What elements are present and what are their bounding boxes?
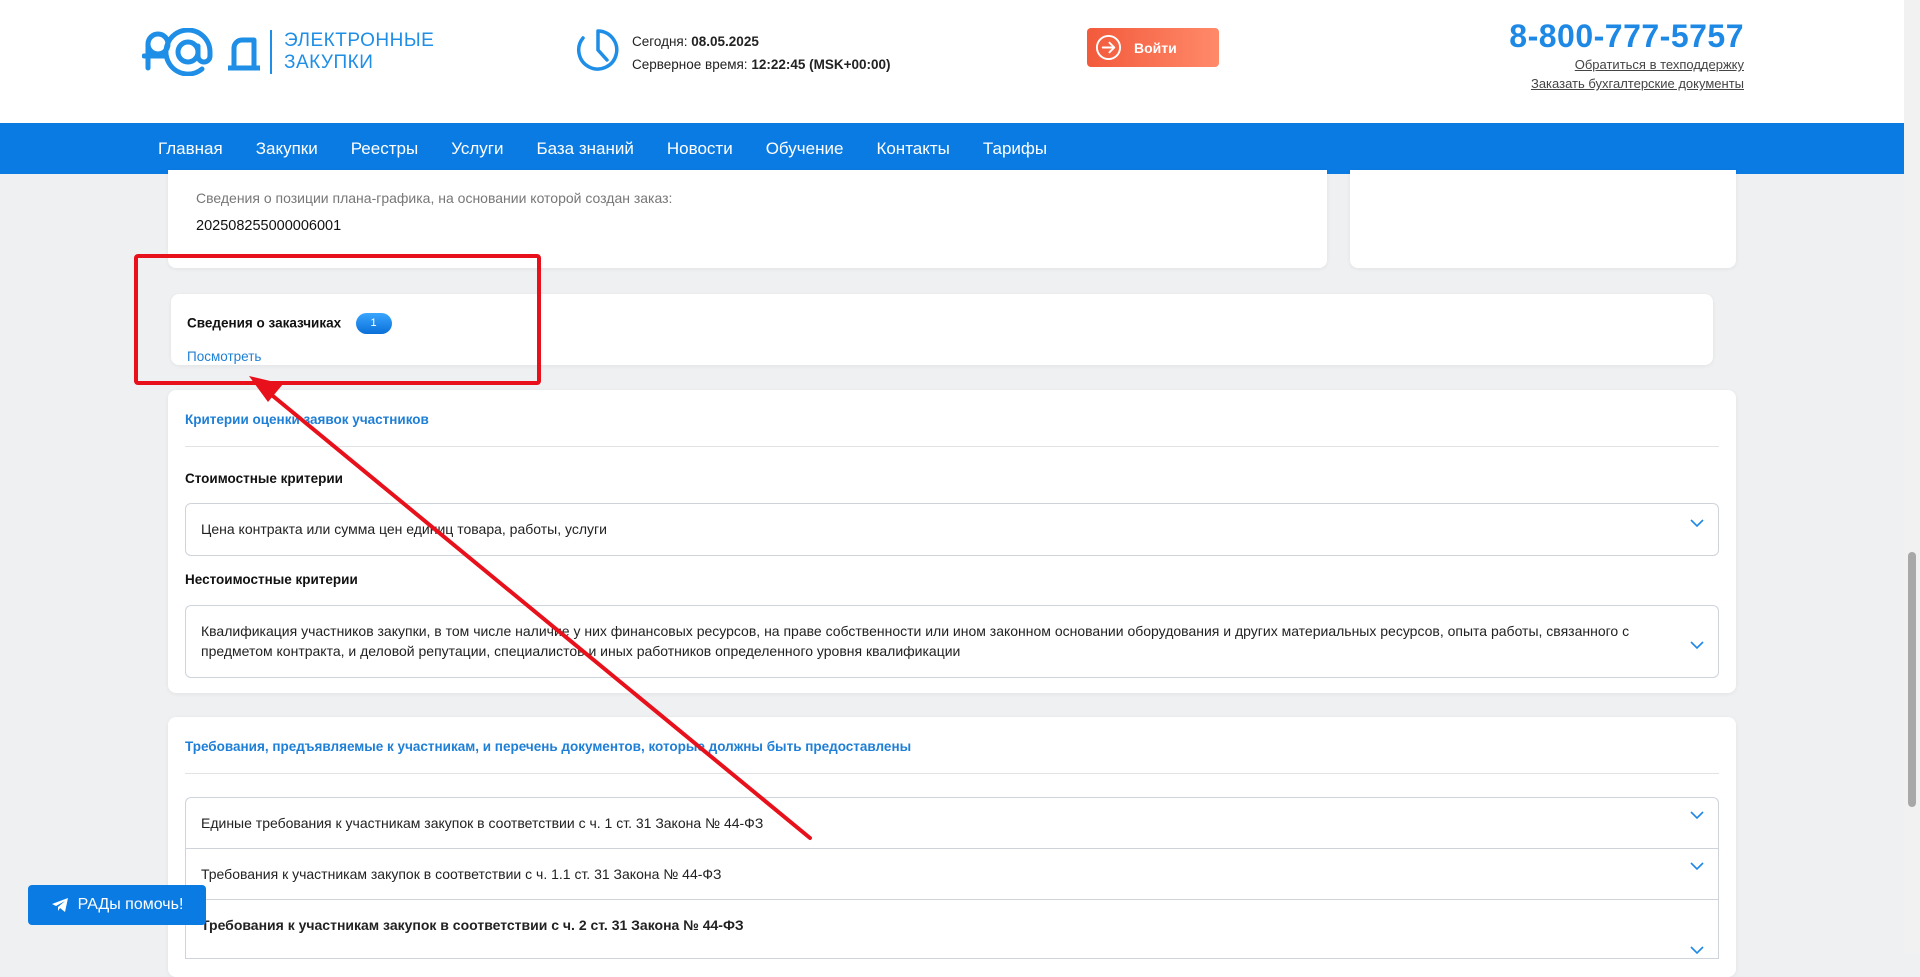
nav-item-news[interactable]: Новости [667,139,733,159]
logo-divider [270,30,272,74]
logo-caption: ЭЛЕКТРОННЫЕ ЗАКУПКИ [284,30,434,74]
today-value: 08.05.2025 [691,34,759,49]
nav-item-knowledge-base[interactable]: База знаний [536,139,633,159]
chevron-down-icon [1690,946,1704,955]
plan-position-label: Сведения о позиции плана-графика, на осн… [196,190,673,206]
logo[interactable]: ЭЛЕКТРОННЫЕ ЗАКУПКИ [142,28,434,76]
main-nav: Главная Закупки Реестры Услуги База знан… [0,123,1904,174]
customers-view-link[interactable]: Посмотреть [187,349,261,364]
plan-position-value: 202508255000006001 [196,218,342,234]
site-header: ЭЛЕКТРОННЫЕ ЗАКУПКИ Сегодня: 08.05.2025 … [0,0,1904,123]
arrow-right-circle-icon [1095,34,1122,61]
requirement-text-2: Требования к участникам закупок в соотве… [201,866,722,882]
chevron-down-icon [1690,811,1704,820]
side-card [1350,170,1736,268]
logo-caption-line1: ЭЛЕКТРОННЫЕ [284,30,435,51]
server-time-value: 12:22:45 (MSK+00:00) [751,57,891,72]
nav-item-home[interactable]: Главная [158,139,223,159]
login-button[interactable]: Войти [1087,28,1219,67]
nav-item-registries[interactable]: Реестры [351,139,418,159]
telegram-icon [51,898,68,912]
chevron-down-icon [1690,862,1704,871]
criteria-divider [185,446,1719,447]
nav-item-purchases[interactable]: Закупки [256,139,318,159]
phone-number[interactable]: 8-800-777-5757 [1509,18,1744,55]
cost-criteria-heading: Стоимостные критерии [185,471,343,486]
noncost-criterion-text: Квалификация участников закупки, в том ч… [201,623,1630,659]
requirements-title[interactable]: Требования, предъявляемые к участникам, … [185,739,911,754]
cost-criterion-accordion[interactable]: Цена контракта или сумма цен единиц това… [185,503,1719,556]
noncost-criteria-heading: Нестоимостные критерии [185,572,358,587]
server-time-block: Сегодня: 08.05.2025 Серверное время: 12:… [632,30,891,76]
requirements-card: Требования, предъявляемые к участникам, … [168,717,1736,977]
scrollbar-thumb[interactable] [1908,552,1916,807]
logo-mark [142,28,260,76]
contact-block: 8-800-777-5757 Обратиться в техподдержку… [1509,18,1744,93]
server-time-label: Серверное время: [632,57,748,72]
requirement-accordion-1[interactable]: Единые требования к участникам закупок в… [185,797,1719,849]
clock-icon [577,29,619,71]
customers-card: Сведения о заказчиках 1 Посмотреть [171,294,1713,365]
requirement-text-3: Требования к участникам закупок в соотве… [201,917,744,933]
today-label: Сегодня: [632,34,688,49]
login-label: Войти [1134,39,1177,56]
support-link[interactable]: Обратиться в техподдержку [1509,55,1744,74]
help-chat-button[interactable]: РАДы помочь! [28,885,206,925]
accounting-docs-link[interactable]: Заказать бухгалтерские документы [1509,74,1744,93]
customers-title-row: Сведения о заказчиках 1 [187,313,392,334]
nav-item-contacts[interactable]: Контакты [876,139,949,159]
customers-count-badge: 1 [355,313,392,334]
nav-item-services[interactable]: Услуги [451,139,503,159]
help-chat-label: РАДы помочь! [77,896,184,913]
criteria-title[interactable]: Критерии оценки заявок участников [185,412,429,427]
nav-item-tariffs[interactable]: Тарифы [983,139,1047,159]
criteria-card: Критерии оценки заявок участников Стоимо… [168,390,1736,693]
chevron-down-icon [1690,641,1704,650]
page-scrollbar[interactable] [1904,0,1920,953]
requirements-divider [185,773,1719,774]
chevron-down-icon [1690,519,1704,528]
plan-position-card: Сведения о позиции плана-графика, на осн… [168,170,1327,268]
requirement-accordion-2[interactable]: Требования к участникам закупок в соотве… [185,848,1719,900]
logo-caption-line2: ЗАКУПКИ [284,52,374,73]
requirement-text-1: Единые требования к участникам закупок в… [201,815,764,831]
cost-criterion-text: Цена контракта или сумма цен единиц това… [201,521,607,537]
nav-item-training[interactable]: Обучение [766,139,844,159]
noncost-criterion-accordion[interactable]: Квалификация участников закупки, в том ч… [185,605,1719,678]
requirement-accordion-3[interactable]: Требования к участникам закупок в соотве… [185,899,1719,959]
customers-title: Сведения о заказчиках [187,315,342,331]
